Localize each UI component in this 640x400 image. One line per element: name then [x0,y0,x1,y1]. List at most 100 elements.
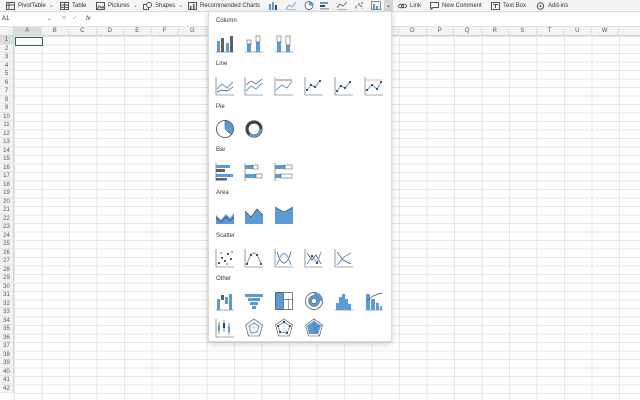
table-button[interactable]: Table [60,0,86,11]
cancel-icon[interactable]: ✕ [61,14,67,24]
row-header[interactable]: 4 [0,61,14,70]
row-header[interactable]: 16 [0,163,14,172]
row-header[interactable]: 29 [0,274,14,283]
row-header[interactable]: 26 [0,248,14,257]
link-button[interactable]: Link [398,0,421,11]
stacked-area-chart-option[interactable] [243,204,265,226]
pareto-chart-option[interactable] [363,290,385,312]
column-header[interactable]: F [152,27,179,36]
chart-gallery-dropdown-button[interactable]: ⌄ [384,0,393,11]
row-header[interactable]: 21 [0,206,14,215]
scatter-straight-markers-chart-option[interactable] [303,247,325,269]
row-header[interactable]: 8 [0,95,14,104]
row-header[interactable]: 32 [0,299,14,308]
line-markers-chart-option[interactable] [303,75,325,97]
add-ins-button[interactable]: Add-ins [536,0,568,11]
row-header[interactable]: 7 [0,87,14,96]
stacked-bar-chart-option[interactable] [243,161,265,183]
row-header[interactable]: 19 [0,189,14,198]
active-cell[interactable] [15,37,43,46]
scatter-straight-chart-option[interactable] [333,247,355,269]
row-header[interactable]: 31 [0,291,14,300]
stacked-line-chart-option[interactable] [243,75,265,97]
column-header[interactable]: R [482,27,509,36]
shapes-button[interactable]: Shapes ⌄ [143,0,183,11]
sunburst-chart-option[interactable] [303,290,325,312]
row-header[interactable]: 27 [0,257,14,266]
column-header[interactable]: P [427,27,454,36]
line-chart-option[interactable] [214,75,236,97]
pie-chart-option[interactable] [214,118,236,140]
column-header[interactable]: O [399,27,427,36]
column-header[interactable]: E [124,27,152,36]
row-header[interactable]: 9 [0,104,14,113]
row-header[interactable]: 15 [0,155,14,164]
pivottable-button[interactable]: PivotTable ⌄ [6,0,54,11]
percent-stacked-bar-chart-option[interactable] [273,161,295,183]
row-header[interactable]: 14 [0,146,14,155]
row-header[interactable]: 20 [0,197,14,206]
funnel-chart-option[interactable] [243,290,265,312]
row-header[interactable]: 40 [0,367,14,376]
other-charts-icon[interactable] [371,1,381,10]
stock-chart-option[interactable] [214,317,236,339]
row-header[interactable]: 3 [0,53,14,62]
row-header[interactable]: 30 [0,282,14,291]
scatter-smooth-chart-option[interactable] [273,247,295,269]
stacked-line-markers-chart-option[interactable] [333,75,355,97]
row-header[interactable]: 13 [0,138,14,147]
column-header[interactable]: D [97,27,124,36]
row-header[interactable]: 42 [0,384,14,393]
clustered-column-chart-option[interactable] [214,32,236,54]
column-chart-icon[interactable] [268,1,278,10]
row-header[interactable]: 41 [0,376,14,385]
column-header[interactable]: W [592,27,619,36]
histogram-chart-option[interactable] [333,290,355,312]
filled-radar-chart-option[interactable] [303,317,325,339]
row-header[interactable]: 11 [0,121,14,130]
scatter-chart-option[interactable] [214,247,236,269]
row-header[interactable]: 17 [0,172,14,181]
area-chart-icon[interactable] [337,1,347,10]
column-header[interactable]: Q [454,27,482,36]
insert-function-button[interactable]: fx [86,14,91,24]
waterfall-chart-option[interactable] [214,290,236,312]
column-header[interactable]: C [69,27,97,36]
row-header[interactable]: 24 [0,231,14,240]
radar-markers-chart-option[interactable] [273,317,295,339]
row-header[interactable]: 23 [0,223,14,232]
row-header[interactable]: 39 [0,359,14,368]
row-header[interactable]: 28 [0,265,14,274]
row-header[interactable]: 1 [0,36,14,45]
text-box-button[interactable]: Text Box [491,0,526,11]
row-header[interactable]: 2 [0,44,14,53]
pie-chart-icon[interactable] [304,1,314,10]
scatter-chart-icon[interactable] [354,1,364,10]
row-header[interactable]: 6 [0,78,14,87]
column-header[interactable]: S [509,27,537,36]
line-chart-icon[interactable] [286,1,296,10]
percent-line-chart-option[interactable] [273,75,295,97]
row-header[interactable]: 12 [0,129,14,138]
check-icon[interactable]: ✓ [72,14,78,24]
percent-stacked-column-chart-option[interactable] [273,32,295,54]
percent-stacked-area-chart-option[interactable] [273,204,295,226]
pictures-button[interactable]: Pictures ⌄ [96,0,138,11]
row-header[interactable]: 35 [0,325,14,334]
row-header[interactable]: 33 [0,308,14,317]
clustered-bar-chart-option[interactable] [214,161,236,183]
row-header[interactable]: 36 [0,333,14,342]
doughnut-chart-option[interactable] [243,118,265,140]
select-all-corner[interactable] [0,27,14,36]
row-header[interactable]: 10 [0,112,14,121]
stacked-column-chart-option[interactable] [243,32,265,54]
column-header[interactable]: A [14,27,42,36]
row-header[interactable]: 5 [0,70,14,79]
row-header[interactable]: 34 [0,316,14,325]
radar-chart-option[interactable] [243,317,265,339]
row-header[interactable]: 22 [0,214,14,223]
row-header[interactable]: 37 [0,342,14,351]
column-header[interactable]: B [42,27,69,36]
column-header[interactable]: U [564,27,592,36]
scatter-smooth-markers-chart-option[interactable] [243,247,265,269]
